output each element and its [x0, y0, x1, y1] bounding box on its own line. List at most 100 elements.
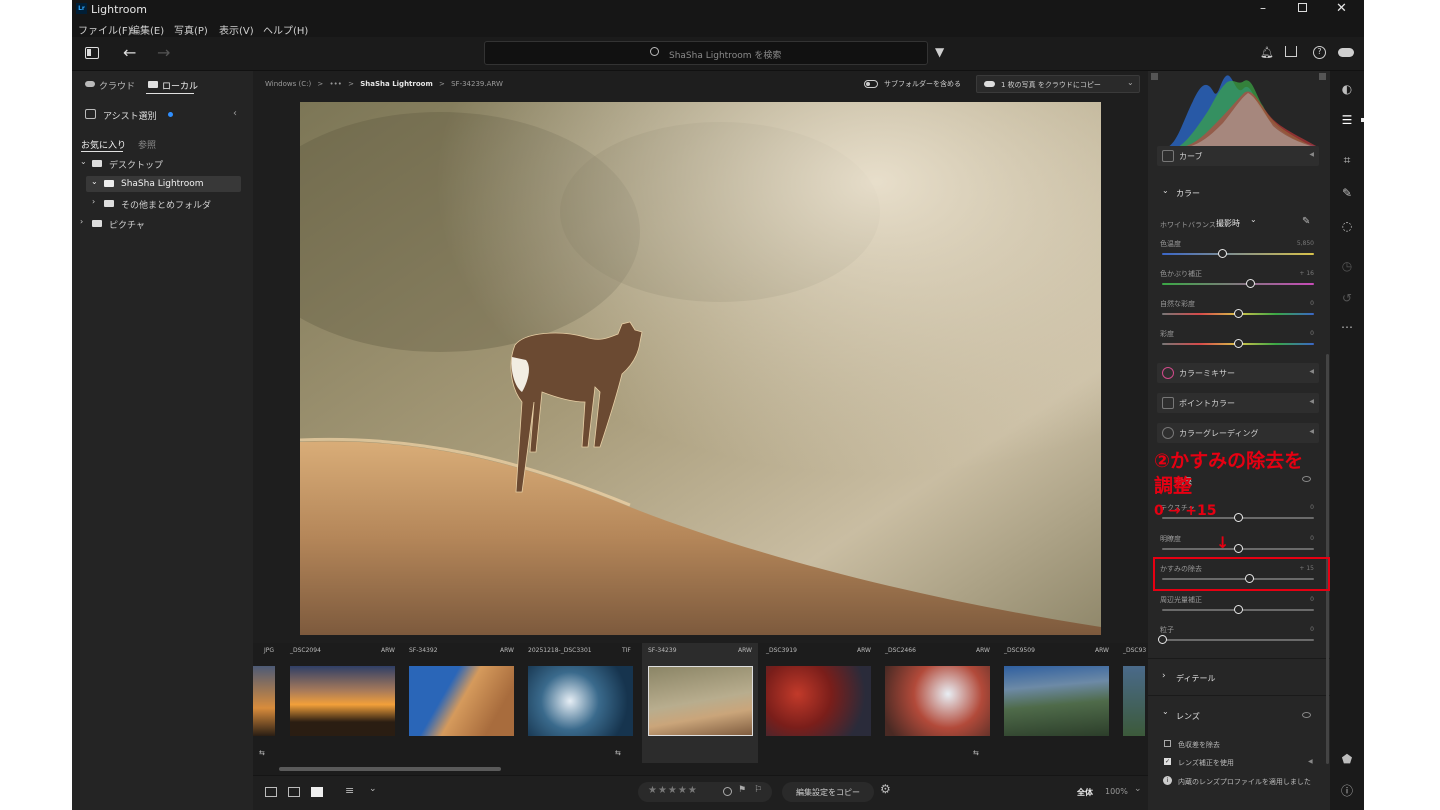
copy-to-cloud-button[interactable]: 1 枚の写真 をクラウドにコピー ⌄	[976, 75, 1140, 93]
thumbnail-cell[interactable]: _DSC3919 ARW	[763, 643, 877, 763]
curve-panel[interactable]: カーブ ◀	[1157, 146, 1319, 166]
menu-file[interactable]: ファイル(F)	[78, 22, 132, 37]
cloud-status-icon[interactable]	[1338, 48, 1354, 57]
zoom-level[interactable]: 100%	[1105, 787, 1128, 796]
chevron-down-icon[interactable]: ⌄	[1162, 186, 1169, 195]
breadcrumb-ellipsis[interactable]: •••	[330, 80, 342, 88]
chevron-down-icon[interactable]: ⌄	[369, 784, 377, 794]
reject-circle-icon[interactable]	[723, 787, 732, 796]
panel-toggle-icon[interactable]	[85, 47, 99, 59]
filter-icon[interactable]: ▼	[935, 45, 944, 59]
eye-icon[interactable]	[1302, 712, 1311, 718]
menu-help[interactable]: ヘルプ(H)	[263, 22, 308, 37]
color-slider-knob[interactable]	[1233, 309, 1243, 318]
color-section-title[interactable]: カラー	[1176, 188, 1200, 199]
detail-view-icon[interactable]	[311, 787, 323, 797]
close-icon[interactable]: ✕	[1336, 1, 1347, 16]
menu-edit[interactable]: 編集(E)	[130, 22, 164, 37]
reset-icon[interactable]: ↺	[1339, 290, 1355, 306]
presets-icon[interactable]: ◐	[1339, 81, 1355, 97]
masking-icon[interactable]: ◌	[1339, 218, 1355, 234]
search-input[interactable]: ShaSha Lightroom を検索	[484, 41, 928, 65]
thumbnail-cell[interactable]: 20251218-_DSC3301 TIF	[525, 643, 639, 763]
thumbnail-cell[interactable]: _DSC2466 ARW	[882, 643, 996, 763]
menu-view[interactable]: 表示(V)	[219, 22, 254, 37]
point-color-icon	[1162, 397, 1174, 409]
chevron-right-icon[interactable]: ›	[1162, 671, 1166, 681]
point-color-panel[interactable]: ポイントカラー ◀	[1157, 393, 1319, 413]
tree-item-shasha[interactable]: ⌄ ShaSha Lightroom	[86, 176, 241, 192]
subfolder-toggle[interactable]	[864, 80, 878, 88]
detail-section-title[interactable]: ディテール	[1176, 673, 1215, 684]
effects-slider-knob[interactable]	[1157, 635, 1167, 644]
tab-cloud[interactable]: クラウド	[99, 79, 135, 92]
search-icon	[650, 47, 659, 56]
edit-sliders-icon[interactable]: ☰	[1339, 112, 1355, 128]
info-icon[interactable]: ⓘ	[1339, 783, 1355, 799]
tree-item-desktop[interactable]: ⌄ デスクトップ	[78, 157, 248, 171]
copy-settings-button[interactable]: 編集設定をコピー	[782, 782, 874, 802]
thumbnail-cell-selected[interactable]: SF-34239 ARW	[642, 643, 758, 763]
thumbnail-cell[interactable]: _DSC2094 ARW	[287, 643, 401, 763]
crop-icon[interactable]: ⌗	[1339, 152, 1355, 168]
caret-left-icon[interactable]: ◀	[1308, 758, 1313, 765]
color-slider-value[interactable]: + 16	[1274, 270, 1314, 277]
color-slider-knob[interactable]	[1245, 279, 1255, 288]
color-slider-knob[interactable]	[1218, 249, 1228, 258]
white-balance-select[interactable]: 撮影時	[1216, 218, 1240, 229]
maximize-icon[interactable]	[1298, 3, 1307, 12]
back-arrow-icon[interactable]: ←	[123, 43, 136, 62]
color-slider-value[interactable]: 0	[1274, 300, 1314, 307]
breadcrumb-drive[interactable]: Windows (C:)	[265, 80, 311, 88]
tree-item-pictures[interactable]: › ピクチャ	[78, 217, 248, 231]
effects-slider-track[interactable]	[1162, 639, 1314, 641]
tree-item-misc[interactable]: › その他まとめフォルダ	[90, 197, 245, 211]
tab-favorites[interactable]: お気に入り	[81, 138, 126, 151]
bell-icon[interactable]: 🔔︎	[1260, 46, 1274, 59]
clipping-shadow-icon[interactable]	[1151, 73, 1158, 80]
chevron-down-icon[interactable]: ⌄	[1162, 707, 1169, 716]
color-grading-panel[interactable]: カラーグレーディング ◀	[1157, 423, 1319, 443]
chromatic-aberration-checkbox[interactable]	[1164, 740, 1171, 747]
more-icon[interactable]: ⋯	[1339, 319, 1355, 335]
lens-correction-checkbox[interactable]: ✓	[1164, 758, 1171, 765]
lens-section-title[interactable]: レンズ	[1176, 711, 1200, 722]
healing-icon[interactable]: ✎	[1339, 185, 1355, 201]
flag-reject-icon[interactable]: ⚐	[754, 785, 762, 795]
menu-photo[interactable]: 写真(P)	[174, 22, 208, 37]
collapse-chevron-icon[interactable]: ‹	[233, 108, 237, 119]
square-grid-icon[interactable]	[288, 787, 300, 797]
color-slider-knob[interactable]	[1233, 339, 1243, 348]
color-slider-value[interactable]: 0	[1274, 330, 1314, 337]
effects-slider-knob[interactable]	[1233, 604, 1243, 614]
help-icon[interactable]: ?	[1313, 46, 1326, 59]
thumbnail-cell[interactable]: _DSC93	[1120, 643, 1148, 763]
assist-select[interactable]: アシスト選別	[103, 109, 157, 122]
chevron-down-icon[interactable]: ⌄	[1134, 784, 1142, 794]
tab-local[interactable]: ローカル	[162, 79, 198, 92]
effects-slider-value[interactable]: 0	[1274, 626, 1314, 633]
star-rating[interactable]: ★★★★★	[648, 785, 698, 796]
clipping-highlight-icon[interactable]	[1319, 73, 1326, 80]
tab-browse[interactable]: 参照	[138, 138, 156, 151]
color-slider-value[interactable]: 5,850	[1274, 240, 1314, 247]
zoom-fit-label[interactable]: 全体	[1077, 787, 1093, 798]
minimize-icon[interactable]: –	[1260, 1, 1266, 15]
thumbnail-cell[interactable]: JPG	[253, 643, 279, 763]
forward-arrow-icon[interactable]: →	[157, 43, 170, 62]
thumbnail-cell[interactable]: _DSC9509 ARW	[1001, 643, 1115, 763]
breadcrumb-folder[interactable]: ShaSha Lightroom	[360, 80, 433, 88]
grid-view-icon[interactable]	[265, 787, 277, 797]
share-icon[interactable]	[1285, 46, 1297, 57]
sort-icon[interactable]: ≡	[345, 784, 354, 797]
tag-icon[interactable]: ⬟	[1339, 751, 1355, 767]
color-mixer-panel[interactable]: カラーミキサー ◀	[1157, 363, 1319, 383]
eyedropper-icon[interactable]: ✎	[1302, 216, 1310, 227]
color-slider-track[interactable]	[1162, 253, 1314, 255]
filmstrip-scrollbar[interactable]	[279, 767, 501, 771]
color-slider-track[interactable]	[1162, 283, 1314, 285]
gear-icon[interactable]: ⚙	[880, 782, 891, 796]
thumbnail-cell[interactable]: SF-34392 ARW	[406, 643, 520, 763]
history-icon[interactable]: ◷	[1339, 258, 1355, 274]
flag-icon[interactable]: ⚑	[738, 785, 746, 795]
